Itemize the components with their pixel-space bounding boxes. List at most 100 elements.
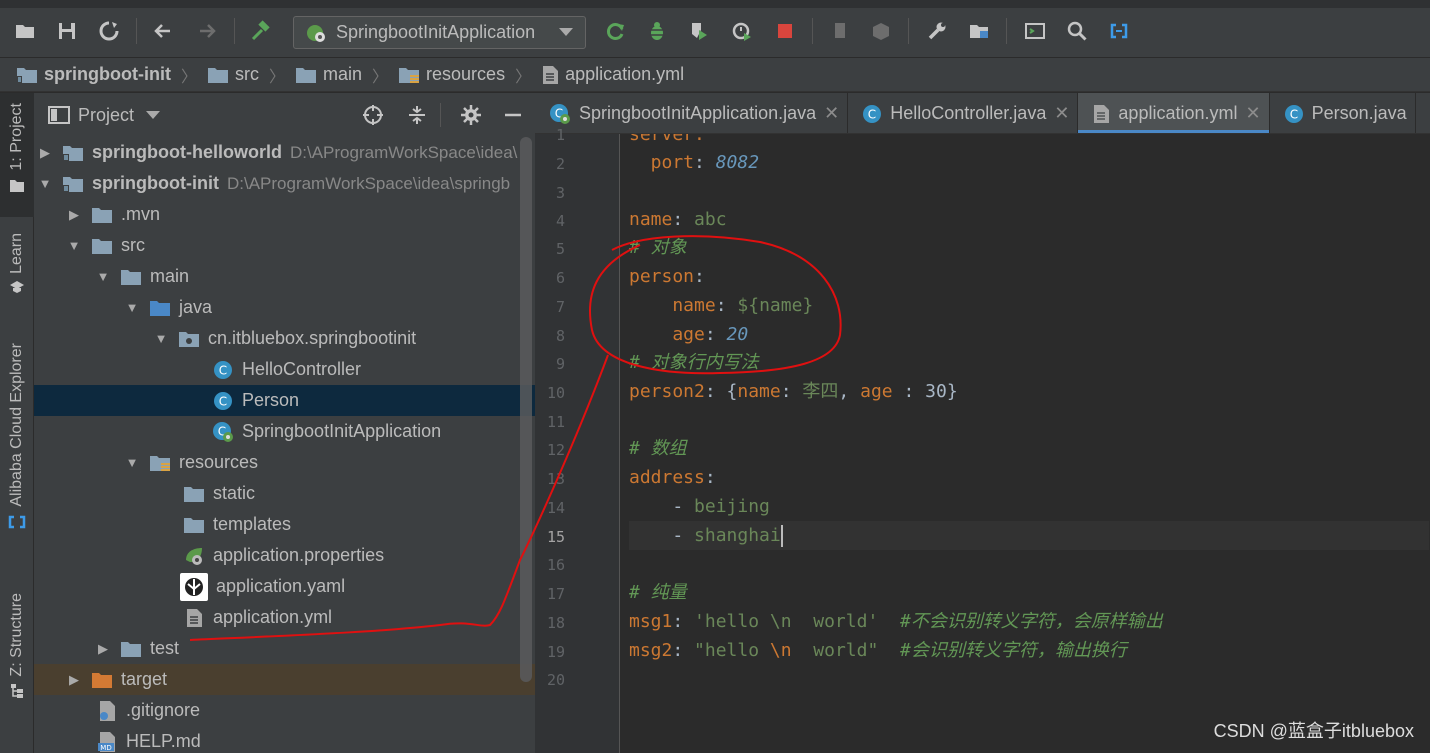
source-folder-icon <box>149 298 171 318</box>
settings-wrench-icon[interactable] <box>924 18 950 44</box>
structure-icon <box>11 683 23 698</box>
debug-bug-icon[interactable] <box>644 18 670 44</box>
yaml-value: beijing <box>694 496 770 517</box>
line-number: 10 <box>546 384 565 402</box>
code-editor[interactable]: server: port: 8082 name: abc # 对象 person… <box>629 134 1429 753</box>
code-line: # 数组 <box>629 434 1429 463</box>
close-icon[interactable]: ✕ <box>824 103 839 124</box>
code-line: name: abc <box>629 209 727 230</box>
tree-node-resources-folder[interactable]: ▼ resources <box>34 447 535 478</box>
collapse-arrow-icon[interactable]: ▼ <box>96 269 110 284</box>
close-icon[interactable]: ✕ <box>1245 103 1260 124</box>
tree-node-source-folder[interactable]: ▼ java <box>34 292 535 323</box>
tree-node-package[interactable]: ▼ cn.itbluebox.springbootinit <box>34 323 535 354</box>
collapse-arrow-icon[interactable]: ▼ <box>125 455 139 470</box>
stripe-tab-alibaba-cloud[interactable]: Alibaba Cloud Explorer <box>0 343 34 563</box>
breadcrumb-label: resources <box>426 64 506 84</box>
project-panel-header: Project <box>34 93 535 137</box>
open-folder-icon[interactable] <box>12 18 38 44</box>
expand-arrow-icon[interactable]: ▶ <box>96 641 110 657</box>
editor-tab[interactable]: C HelloController.java ✕ <box>848 93 1079 133</box>
sync-icon[interactable] <box>96 18 122 44</box>
tree-node-excluded-folder[interactable]: ▶ target <box>34 664 535 695</box>
stop-icon[interactable] <box>772 18 798 44</box>
code-line: msg1: 'hello \n world' #不会识别转义字符，会原样输出 <box>629 611 1163 632</box>
chevron-down-icon[interactable] <box>146 111 161 119</box>
run-configuration-select[interactable]: SpringbootInitApplication <box>293 16 586 49</box>
breadcrumb-item-main[interactable]: main <box>295 64 362 85</box>
tree-node-folder[interactable]: ▼ main <box>34 261 535 292</box>
editor-tab[interactable]: C SpringbootInitApplication.java ✕ <box>535 93 849 133</box>
coverage-icon[interactable] <box>686 18 712 44</box>
close-icon[interactable]: ✕ <box>1054 103 1069 124</box>
save-icon[interactable] <box>54 18 80 44</box>
folder-icon <box>183 515 205 535</box>
line-number: 18 <box>546 614 565 632</box>
collapse-arrow-icon[interactable]: ▼ <box>125 300 139 315</box>
svg-text:C: C <box>868 107 876 121</box>
breadcrumb-item-file[interactable]: application.yml <box>541 64 684 85</box>
collapse-all-icon[interactable] <box>406 104 428 126</box>
tree-node-module[interactable]: ▼ springboot-init D:\AProgramWorkSpace\i… <box>34 168 535 199</box>
tree-node-file[interactable]: application.yml <box>34 602 535 633</box>
stripe-tab-label: 1: Project <box>8 103 25 171</box>
stripe-tab-learn[interactable]: Learn <box>0 233 34 313</box>
alibaba-cloud-icon[interactable] <box>1106 18 1132 44</box>
hide-minimize-icon[interactable] <box>502 104 524 126</box>
tree-node-class[interactable]: C Person <box>34 385 535 416</box>
expand-arrow-icon[interactable]: ▶ <box>38 145 52 161</box>
yaml-key: server: <box>629 134 705 145</box>
collapse-arrow-icon[interactable]: ▼ <box>38 176 52 191</box>
breadcrumb-item-resources[interactable]: resources <box>398 64 505 85</box>
editor-tab-active[interactable]: application.yml ✕ <box>1078 93 1270 133</box>
main-toolbar: SpringbootInitApplication <box>0 0 1430 58</box>
tree-node-folder[interactable]: ▶ .mvn <box>34 199 535 230</box>
gear-icon[interactable] <box>460 104 482 126</box>
forward-icon[interactable] <box>194 18 220 44</box>
resources-folder-icon <box>399 67 420 83</box>
tree-node-folder[interactable]: static <box>34 478 535 509</box>
project-structure-icon[interactable] <box>966 18 992 44</box>
project-tree-scrollbar[interactable] <box>520 137 532 682</box>
tree-node-folder[interactable]: ▶ test <box>34 633 535 664</box>
rerun-icon[interactable] <box>603 18 629 44</box>
search-icon[interactable] <box>1064 18 1090 44</box>
terminal-window-icon[interactable] <box>1022 18 1048 44</box>
collapse-arrow-icon[interactable]: ▼ <box>67 238 81 253</box>
tree-node-file[interactable]: application.properties <box>34 540 535 571</box>
resources-folder-icon <box>149 453 171 473</box>
tree-node-module[interactable]: ▶ springboot-helloworld D:\AProgramWorkS… <box>34 137 535 168</box>
build-hammer-icon[interactable] <box>248 18 274 44</box>
line-number: 4 <box>555 212 565 230</box>
tree-node-folder[interactable]: ▼ src <box>34 230 535 261</box>
expand-arrow-icon[interactable]: ▶ <box>67 672 81 688</box>
tree-node-file[interactable]: MD HELP.md <box>34 726 535 753</box>
stripe-tab-structure[interactable]: Z: Structure <box>0 593 34 723</box>
tree-node-path: D:\AProgramWorkSpace\idea\ <box>289 142 518 162</box>
profile-icon[interactable] <box>729 18 755 44</box>
yaml-file-icon <box>1092 104 1110 124</box>
breadcrumb-item-project[interactable]: springboot-init <box>16 64 171 85</box>
tab-label: application.yml <box>1118 103 1238 123</box>
locate-crosshair-icon[interactable] <box>362 104 384 126</box>
tree-node-folder[interactable]: templates <box>34 509 535 540</box>
tree-node-class[interactable]: C HelloController <box>34 354 535 385</box>
collapse-arrow-icon[interactable]: ▼ <box>154 331 168 346</box>
breadcrumb-item-src[interactable]: src <box>207 64 259 85</box>
tree-node-class[interactable]: C SpringbootInitApplication <box>34 416 535 447</box>
line-number: 2 <box>555 155 565 173</box>
text-cursor <box>780 525 783 547</box>
project-view-selector[interactable]: Project <box>78 105 134 126</box>
yaml-comment: #不会识别转义字符，会原样输出 <box>899 611 1163 632</box>
tree-node-file[interactable]: application.yaml <box>34 571 535 602</box>
tree-node-label: resources <box>179 452 259 472</box>
yaml-key: name <box>629 209 673 230</box>
yaml-key: age <box>860 381 893 402</box>
chevron-down-icon <box>559 28 573 36</box>
yaml-comment: # 数组 <box>629 438 687 459</box>
stripe-tab-project[interactable]: 1: Project <box>0 93 34 217</box>
expand-arrow-icon[interactable]: ▶ <box>67 207 81 223</box>
back-icon[interactable] <box>150 18 176 44</box>
editor-tab[interactable]: C Person.java <box>1270 93 1416 133</box>
tree-node-file[interactable]: .gitignore <box>34 695 535 726</box>
